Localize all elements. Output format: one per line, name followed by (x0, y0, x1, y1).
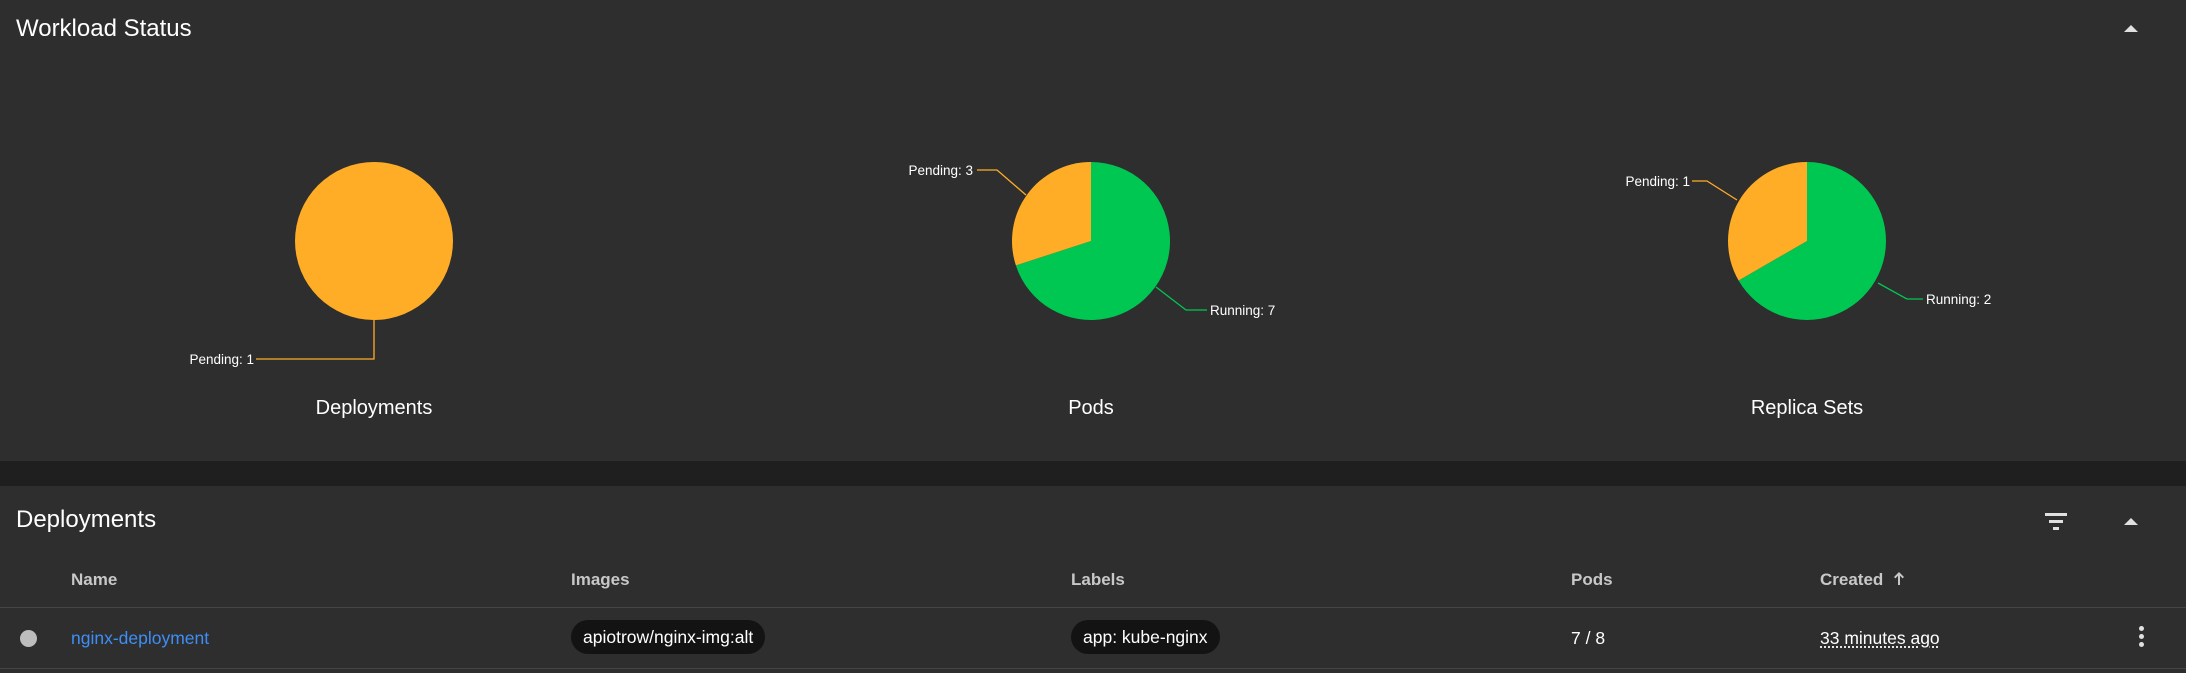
workload-status-card: Workload Status Pending: 1 Running: 7 Pen… (0, 0, 2186, 461)
status-indicator (20, 630, 37, 647)
column-header-pods[interactable]: Pods (1571, 570, 1613, 590)
filter-button[interactable] (2036, 501, 2076, 541)
leader-line-running (1877, 282, 1923, 300)
deployment-name-link[interactable]: nginx-deployment (71, 628, 209, 649)
column-header-name[interactable]: Name (71, 570, 117, 590)
deployments-title: Deployments (16, 506, 157, 533)
pods-pie-chart: Running: 7 Pending: 3 (908, 162, 1275, 320)
pie-slice-pending (295, 162, 453, 320)
replica-sets-pie-chart: Running: 2 Pending: 1 (1625, 162, 1991, 320)
more-vert-icon (2138, 625, 2144, 631)
column-header-created[interactable]: Created (1820, 570, 1906, 590)
created-time: 33 minutes ago (1820, 628, 1940, 648)
replica-sets-chart-title: Replica Sets (1750, 397, 1864, 419)
workload-charts: Pending: 1 Running: 7 Pending: 3 Running:… (189, 162, 1991, 367)
leader-line-running (1155, 286, 1207, 311)
label-chip: app: kube-nginx (1071, 620, 1220, 654)
leader-line-pending (1692, 180, 1738, 201)
pods-count: 7 / 8 (1571, 628, 1606, 648)
data-label-running: Running: 2 (1926, 292, 1991, 307)
deployments-pie-chart: Pending: 1 (189, 162, 453, 367)
table-row: nginx-deployment apiotrow/nginx-img:alt … (0, 608, 2186, 668)
filter-icon (2045, 512, 2067, 530)
data-label-pending: Pending: 3 (908, 163, 973, 178)
data-label-pending: Pending: 1 (189, 352, 254, 367)
column-header-images[interactable]: Images (571, 570, 630, 590)
data-label-pending: Pending: 1 (1625, 174, 1690, 189)
deployments-chart-title: Deployments (315, 397, 433, 419)
table-bottom-divider (0, 668, 2186, 669)
leader-line-pending (256, 320, 375, 360)
column-header-labels[interactable]: Labels (1071, 570, 1125, 590)
collapse-deployments-button[interactable] (2111, 501, 2151, 541)
row-actions-button[interactable] (2121, 616, 2161, 656)
chevron-up-icon (2124, 517, 2138, 525)
data-label-running: Running: 7 (1210, 303, 1275, 318)
image-chip: apiotrow/nginx-img:alt (571, 620, 766, 654)
column-header-created-label: Created (1820, 570, 1884, 589)
pods-chart-title: Pods (1068, 397, 1114, 419)
leader-line-pending (977, 169, 1027, 196)
arrow-up-icon (1894, 572, 1905, 585)
